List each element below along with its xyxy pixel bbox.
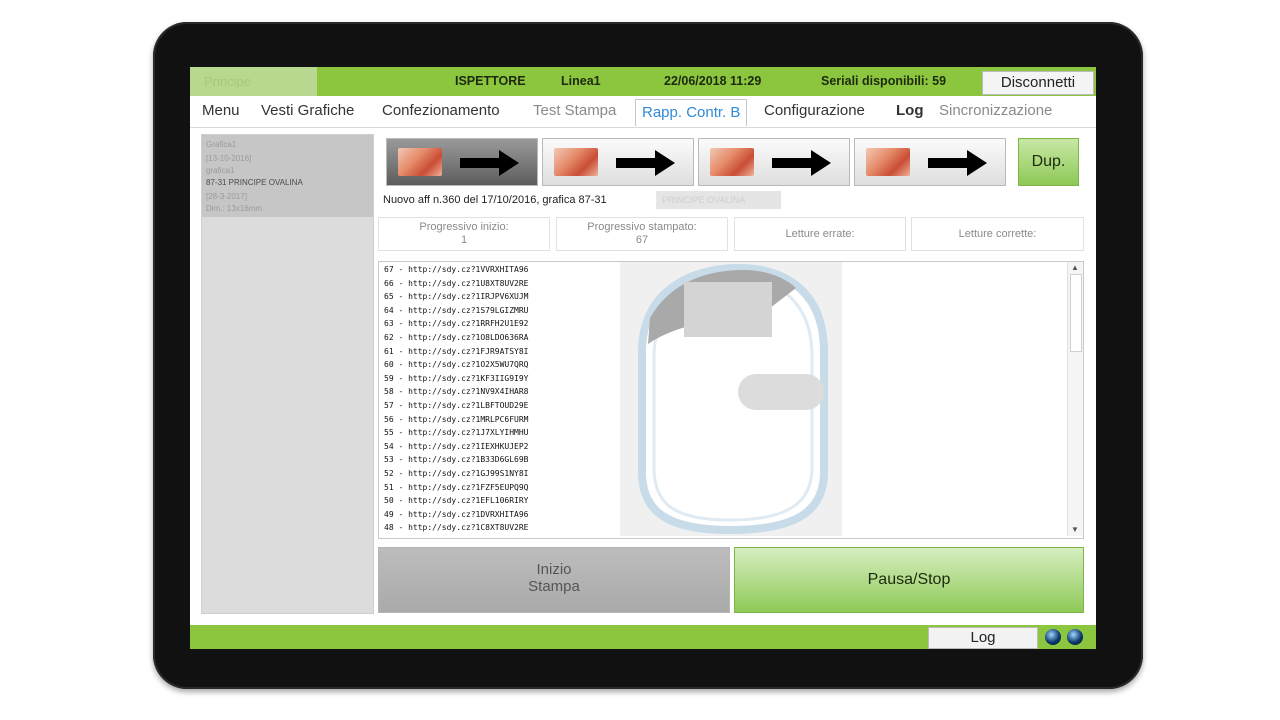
- tab-menu[interactable]: Menu: [202, 102, 240, 119]
- preview-blurred-text: [738, 374, 824, 410]
- bottom-bar: Log: [190, 625, 1096, 649]
- arrow-right-icon: [616, 158, 656, 168]
- tab-log[interactable]: Log: [896, 102, 924, 119]
- status-led-icon: [1067, 629, 1083, 645]
- scroll-down-icon[interactable]: ▼: [1071, 525, 1079, 534]
- arrow-right-icon: [460, 158, 500, 168]
- log-row: 57 - http://sdy.cz?1LBFTOUD29E: [384, 401, 529, 410]
- arrow-head-icon: [499, 150, 519, 176]
- start-print-label-2: Stampa: [528, 578, 580, 595]
- label-thumbnail: [710, 148, 754, 176]
- log-row: 60 - http://sdy.cz?1O2X5WU7QRQ: [384, 360, 529, 370]
- list-item-selected[interactable]: Grafica1 [13-10-2016] grafica1 87-31 PRI…: [202, 135, 373, 217]
- counter-progressivo-inizio: Progressivo inizio: 1: [378, 217, 550, 251]
- counter-letture-corrette: Letture corrette:: [911, 217, 1084, 251]
- start-print-button[interactable]: Inizio Stampa: [378, 547, 730, 613]
- arrow-head-icon: [811, 150, 831, 176]
- log-row: 66 - http://sdy.cz?1U8XT8UV2RE: [384, 278, 529, 288]
- log-row: 53 - http://sdy.cz?1B33D6GL69B: [384, 455, 529, 465]
- order-info-product: PRINCIPE OVALINA: [656, 191, 781, 209]
- datetime: 22/06/2018 11:29: [664, 74, 762, 88]
- log-row: 59 - http://sdy.cz?1KF3IIG9I9Y: [384, 373, 529, 383]
- log-row: 58 - http://sdy.cz?1NV9X4IHAR8: [384, 387, 529, 397]
- log-row: 67 - http://sdy.cz?1VVRXHITA96: [384, 265, 529, 274]
- counter-label: Progressivo stampato:: [587, 221, 697, 233]
- serials-available: Seriali disponibili: 59: [821, 74, 947, 88]
- counter-label: Letture errate:: [785, 228, 855, 240]
- label-thumbnail: [398, 148, 442, 176]
- label-preview: [620, 262, 842, 536]
- log-row: 62 - http://sdy.cz?1O8LDO636RA: [384, 333, 529, 342]
- graphic-button-3[interactable]: [698, 138, 850, 186]
- list-item-date2: [28-3-2017]: [206, 192, 247, 201]
- counter-progressivo-stampato: Progressivo stampato: 67: [556, 217, 728, 251]
- graphic-button-2[interactable]: [542, 138, 694, 186]
- log-row: 56 - http://sdy.cz?1MRLPC6FURM: [384, 414, 529, 424]
- arrow-right-icon: [772, 158, 812, 168]
- graphics-list: Grafica1 [13-10-2016] grafica1 87-31 PRI…: [201, 134, 374, 614]
- serial-log[interactable]: 67 - http://sdy.cz?1VVRXHITA96 66 - http:…: [378, 261, 1084, 539]
- tab-configurazione[interactable]: Configurazione: [764, 102, 865, 119]
- counter-value: 67: [635, 234, 649, 246]
- counter-label: Progressivo inizio:: [419, 221, 509, 233]
- graphic-button-1[interactable]: [386, 138, 538, 186]
- status-led-icon: [1045, 629, 1061, 645]
- label-thumbnail: [866, 148, 910, 176]
- counter-label: Letture corrette:: [958, 228, 1037, 240]
- counter-letture-errate: Letture errate:: [734, 217, 906, 251]
- user-role: ISPETTORE: [455, 74, 526, 88]
- arrow-head-icon: [967, 150, 987, 176]
- tab-test-stampa[interactable]: Test Stampa: [533, 102, 616, 119]
- tab-vesti-grafiche[interactable]: Vesti Grafiche: [261, 102, 354, 119]
- log-button[interactable]: Log: [928, 627, 1038, 649]
- list-item-sub: grafica1: [206, 166, 235, 175]
- scroll-up-icon[interactable]: ▲: [1071, 263, 1079, 272]
- top-bar: Principe ISPETTORE Linea1 22/06/2018 11:…: [190, 67, 1096, 96]
- list-item-product: 87-31 PRINCIPE OVALINA: [206, 178, 303, 187]
- tab-rapp-contr-b[interactable]: Rapp. Contr. B: [635, 99, 748, 126]
- list-item-name: Grafica1: [206, 140, 237, 149]
- log-row: 65 - http://sdy.cz?1IRJPV6XUJM: [384, 292, 529, 302]
- arrow-head-icon: [655, 150, 675, 176]
- log-row: 52 - http://sdy.cz?1GJ99S1NY8I: [384, 469, 529, 478]
- label-thumbnail: [554, 148, 598, 176]
- order-info: Nuovo aff n.360 del 17/10/2016, grafica …: [383, 194, 607, 206]
- graphic-button-4[interactable]: [854, 138, 1006, 186]
- line-name: Linea1: [561, 74, 601, 88]
- start-print-label-1: Inizio: [536, 561, 572, 578]
- scroll-thumb[interactable]: [1070, 274, 1082, 352]
- arrow-right-icon: [928, 158, 968, 168]
- log-row: 54 - http://sdy.cz?1IEXHKUJEP2: [384, 441, 529, 451]
- tab-confezionamento[interactable]: Confezionamento: [382, 102, 500, 119]
- duplicate-button[interactable]: Dup.: [1018, 138, 1079, 186]
- brand-logo: Principe: [190, 67, 317, 96]
- log-row: 64 - http://sdy.cz?1S79LGIZMRU: [384, 305, 529, 315]
- log-row: 61 - http://sdy.cz?1FJR9ATSY8I: [384, 346, 529, 356]
- counter-value: 1: [460, 234, 468, 246]
- tab-sincronizzazione[interactable]: Sincronizzazione: [939, 102, 1052, 119]
- log-row: 63 - http://sdy.cz?1RRFH2U1E92: [384, 319, 529, 329]
- preview-blurred-logo: [684, 282, 772, 337]
- pause-stop-button[interactable]: Pausa/Stop: [734, 547, 1084, 613]
- list-item-date: [13-10-2016]: [206, 154, 252, 163]
- log-scrollbar[interactable]: ▲ ▼: [1067, 262, 1083, 536]
- log-row: 51 - http://sdy.cz?1FZF5EUPQ9Q: [384, 482, 529, 492]
- disconnect-button[interactable]: Disconnetti: [982, 71, 1094, 95]
- log-row: 55 - http://sdy.cz?1J7XLYIHMHU: [384, 428, 529, 438]
- log-row: 50 - http://sdy.cz?1EFL106RIRY: [384, 496, 529, 506]
- log-row: 49 - http://sdy.cz?1DVRXHITA96: [384, 509, 529, 519]
- log-row: 48 - http://sdy.cz?1C8XT8UV2RE: [384, 523, 529, 533]
- tab-bar: Menu Vesti Grafiche Confezionamento Test…: [190, 97, 1096, 128]
- app-screen: Principe ISPETTORE Linea1 22/06/2018 11:…: [190, 67, 1096, 649]
- list-item-dimensions: Dim.: 13x16mm: [206, 204, 263, 213]
